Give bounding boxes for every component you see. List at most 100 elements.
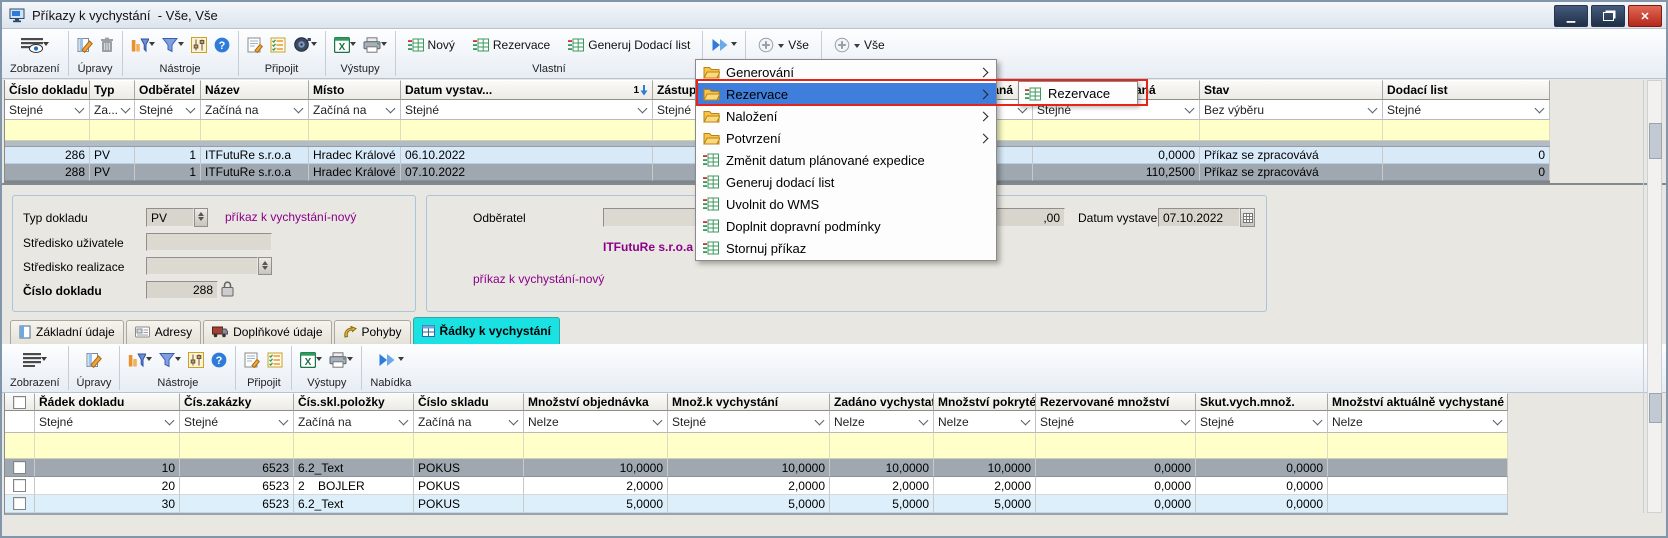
generuj-dodaci-list-button[interactable]: Generuj Dodací list [564,36,694,54]
note-icon[interactable] [244,352,260,368]
edit-icon[interactable] [77,37,93,53]
filter-button[interactable] [162,36,184,54]
menu-item-nalozeni[interactable]: Naložení [696,105,996,127]
filter-select[interactable]: Nelze [934,411,1036,433]
quick-filter-cell[interactable] [294,433,414,459]
filter-select[interactable]: Bez výběru [1200,100,1383,120]
checklist-icon[interactable] [267,352,283,368]
stredisko-realizace-field[interactable] [146,257,258,275]
novy-button[interactable]: Nový [404,36,459,54]
column-header[interactable]: Množství pokryté [934,393,1036,411]
view-button[interactable] [21,36,49,54]
stredisko-uzivatele-field[interactable] [146,233,272,251]
quick-filter-cell[interactable] [934,433,1036,459]
vse-filter-button-2[interactable]: Vše [830,35,889,55]
row-checkbox[interactable] [5,459,35,477]
filter-select[interactable]: Za... [90,100,135,120]
column-header[interactable]: Číslo skladu [414,393,524,411]
close-button[interactable]: ✕ [1628,5,1662,27]
spinner-button[interactable] [258,257,272,275]
tab-radky-k-vychystani[interactable]: Řádky k vychystání [413,317,560,344]
view-button[interactable] [23,351,47,369]
filter-select[interactable]: Stejné [1383,100,1550,120]
row-checkbox[interactable] [5,477,35,495]
table-row[interactable]: 20 6523 2 BOJLER POKUS 2,0000 2,0000 2,0… [5,477,1508,495]
quick-filter-cell[interactable] [135,120,201,141]
datum-vystaveni-field[interactable]: 07.10.2022 [1158,208,1240,227]
row-checkbox[interactable] [5,495,35,513]
print-button[interactable] [363,36,387,54]
quick-filter-cell[interactable] [5,433,35,459]
column-header[interactable]: Množství objednávka [524,393,668,411]
quick-filter-cell[interactable] [1200,120,1383,141]
typ-dokladu-field[interactable]: PV [146,208,194,227]
quick-filter-cell[interactable] [1328,433,1508,459]
menu-item-doplnit-dopravni-podminky[interactable]: Doplnit dopravní podmínky [696,215,996,237]
filter-select[interactable]: Stejné [401,100,653,120]
table-row-selected[interactable]: 10 6523 6.2_Text POKUS 10,0000 10,0000 1… [5,459,1508,477]
quick-filter-cell[interactable] [1036,433,1196,459]
filter-select[interactable]: Začíná na [414,411,524,433]
settings-sliders-icon[interactable] [188,352,204,368]
quick-filter-cell[interactable] [201,120,309,141]
snapshot-button[interactable] [293,36,317,54]
quick-filter-cell[interactable] [90,120,135,141]
more-actions-button[interactable] [711,36,737,54]
rezervace-button[interactable]: Rezervace [469,36,554,54]
print-button[interactable] [329,351,353,369]
filter-select[interactable]: Stejné [1196,411,1328,433]
filter-select[interactable]: Začíná na [309,100,401,120]
quick-filter-cell[interactable] [414,433,524,459]
quick-filter-cell[interactable] [35,433,180,459]
quick-filter-cell[interactable] [1033,120,1200,141]
spinner-button[interactable] [194,208,208,227]
filter-select[interactable]: Začíná na [294,411,414,433]
menu-item-uvolnit-do-wms[interactable]: Uvolnit do WMS [696,193,996,215]
filter-select[interactable]: Začíná na [201,100,309,120]
column-header[interactable]: Rezervované množství [1036,393,1196,411]
column-header[interactable]: Množ.k vychystání [668,393,830,411]
menu-item-stornuj-prikaz[interactable]: Stornuj příkaz [696,237,996,259]
menu-item-generovani[interactable]: Generování [696,61,996,83]
column-header[interactable]: Čís.zakázky [180,393,294,411]
menu-button[interactable] [378,351,404,369]
column-header[interactable]: Odběratel [135,80,201,100]
column-header-datum[interactable]: Datum vystav...1 [401,80,653,100]
quick-filter-cell[interactable] [309,120,401,141]
column-header[interactable]: Skut.vych.množ. [1196,393,1328,411]
column-header[interactable]: Číslo dokladu [5,80,90,100]
quick-filter-cell[interactable] [180,433,294,459]
menu-item-potvrzeni[interactable]: Potvrzení [696,127,996,149]
menu-item-generuj-dodaci-list[interactable]: Generuj dodací list [696,171,996,193]
minimize-button[interactable]: ▁ [1554,5,1588,27]
filter-select[interactable]: Nelze [524,411,668,433]
menu-item-rezervace[interactable]: Rezervace [696,83,996,105]
column-header[interactable]: Dodací list [1383,80,1550,100]
menu-item-zmenit-datum[interactable]: Změnit datum plánované expedice [696,149,996,171]
filter-button[interactable] [159,351,181,369]
column-header[interactable]: Stav [1200,80,1383,100]
column-header[interactable]: Místo [309,80,401,100]
filter-select[interactable]: Stejné [135,100,201,120]
column-header[interactable]: Typ [90,80,135,100]
note-icon[interactable] [247,37,263,53]
column-header[interactable]: Množství aktuálně vychystané [1328,393,1508,411]
submenu-item-rezervace[interactable]: Rezervace [1048,86,1110,101]
excel-export-button[interactable] [334,36,356,54]
tab-doplnkove-udaje[interactable]: Doplňkové údaje [203,320,331,344]
tab-pohyby[interactable]: Pohyby [334,320,411,344]
help-icon[interactable] [211,352,227,368]
help-icon[interactable] [214,37,230,53]
column-header[interactable]: Název [201,80,309,100]
column-header[interactable]: Řádek dokladu [35,393,180,411]
column-header[interactable]: Zadáno vychystat [830,393,934,411]
tab-adresy[interactable]: Adresy [126,320,201,344]
filter-select[interactable]: Nelze [830,411,934,433]
quick-filter-cell[interactable] [1383,120,1550,141]
quick-filter-cell[interactable] [668,433,830,459]
trash-icon[interactable] [100,37,114,53]
analysis-button[interactable] [131,36,155,54]
vse-filter-button-1[interactable]: Vše [754,35,813,55]
tab-zakladni-udaje[interactable]: Základní údaje [10,320,124,344]
quick-filter-cell[interactable] [401,120,653,141]
